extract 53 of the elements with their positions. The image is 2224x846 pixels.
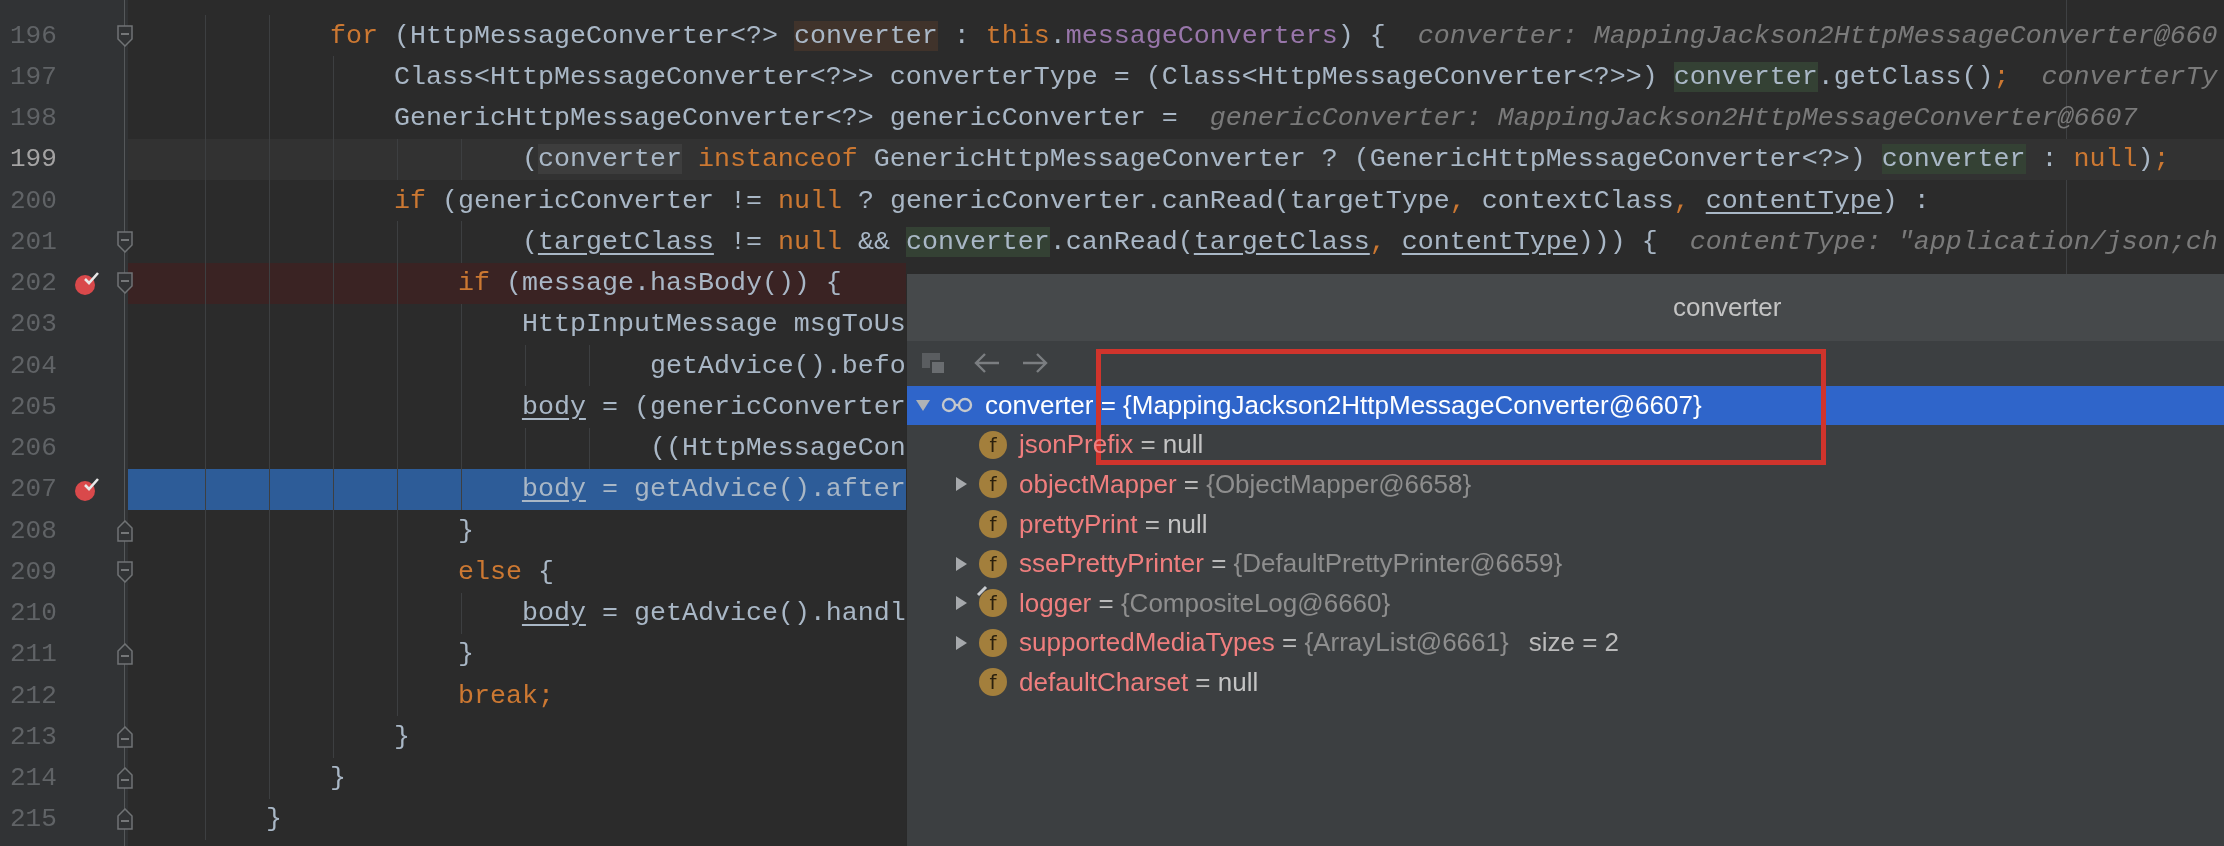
field-icon: f (979, 628, 1007, 657)
equals-sign: = (1098, 587, 1114, 618)
forward-arrow-icon[interactable] (1021, 351, 1049, 375)
fold-icon[interactable] (117, 272, 133, 295)
tree-row[interactable]: f logger = {CompositeLog@6660} (907, 583, 2224, 624)
breakpoint-icon[interactable] (74, 476, 100, 503)
equals-sign: = (1195, 666, 1211, 697)
breakpoint-icon[interactable] (74, 270, 100, 297)
variable-name: objectMapper (1019, 469, 1177, 499)
variable-name: prettyPrint (1019, 508, 1138, 539)
popup-title: converter (1673, 291, 1782, 323)
field-icon: f (979, 668, 1007, 697)
expand-arrow-icon[interactable] (953, 476, 969, 493)
equals-sign: = (1211, 548, 1227, 579)
variable-value: {CompositeLog@6660} (1120, 587, 1391, 618)
field-icon: f (979, 470, 1007, 499)
tree-row[interactable]: f supportedMediaTypes = {ArrayList@6661} size = 2 (907, 623, 2224, 663)
tree-row[interactable]: f defaultCharset = null (907, 662, 2224, 703)
field-icon: f (979, 510, 1007, 539)
equals-sign: = (1282, 627, 1298, 658)
field-icon: f (979, 589, 1007, 618)
variable-value: null (1162, 429, 1204, 460)
equals-sign: = (1140, 429, 1156, 460)
equals-sign: = (1183, 469, 1199, 499)
glasses-icon (941, 397, 973, 414)
variable-name: defaultCharset (1019, 666, 1189, 697)
equals-sign: = (1100, 389, 1116, 420)
variable-value: null (1167, 508, 1208, 539)
tree-row[interactable]: f ssePrettyPrinter = {DefaultPrettyPrinter@6659} (907, 543, 2224, 584)
expand-arrow-icon[interactable] (953, 555, 969, 572)
variable-name: logger (1019, 587, 1092, 618)
fold-icon[interactable] (117, 230, 133, 253)
field-icon: f (979, 549, 1007, 578)
variable-name: supportedMediaTypes (1019, 627, 1275, 658)
expand-arrow-icon[interactable] (953, 634, 969, 651)
static-marker-icon (976, 585, 988, 598)
variable-value: {DefaultPrettyPrinter@6659} (1233, 548, 1563, 579)
variable-value: null (1217, 666, 1259, 697)
fold-icon[interactable] (117, 560, 133, 583)
tree-row[interactable]: f objectMapper = {ObjectMapper@6658} (907, 464, 2224, 505)
fold-icon[interactable] (117, 24, 133, 47)
size-label: size = 2 (1528, 627, 1619, 658)
equals-sign: = (1144, 508, 1160, 539)
expand-arrow-icon[interactable] (953, 595, 969, 612)
back-arrow-icon[interactable] (973, 351, 1001, 375)
tree-row[interactable]: converter = {MappingJackson2HttpMessageConverter@6607} (907, 385, 2224, 426)
variable-name: converter (985, 389, 1094, 420)
variable-value: {ObjectMapper@6658} (1206, 469, 1472, 499)
variable-name: ssePrettyPrinter (1019, 548, 1204, 579)
field-icon: f (979, 430, 1007, 459)
tree-row[interactable]: f prettyPrint = null (907, 504, 2224, 544)
variable-value: {ArrayList@6661} (1304, 627, 1509, 658)
line-number: 199 (10, 146, 58, 173)
